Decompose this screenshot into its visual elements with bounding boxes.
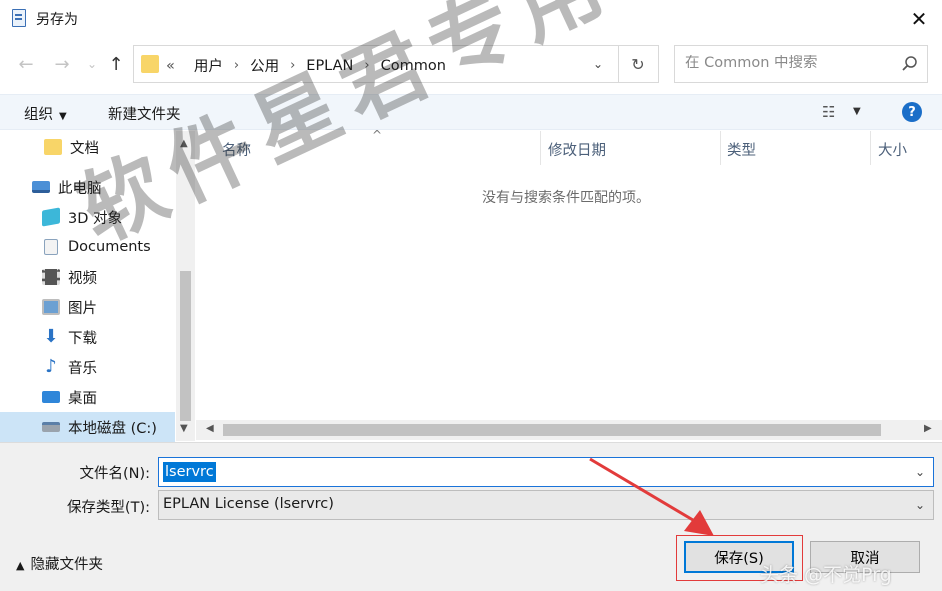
file-list: ^ 名称 修改日期 类型 大小 没有与搜索条件匹配的项。 [196, 128, 942, 441]
video-icon [42, 269, 60, 285]
scroll-right-icon[interactable]: ▶ [924, 423, 932, 434]
sidebar-item-3d-objects[interactable]: 3D 对象 [0, 202, 175, 232]
sidebar-item-documents-folder[interactable]: 文档 [0, 132, 175, 162]
filename-label: 文件名(N): [79, 466, 150, 482]
command-toolbar: 组织 ▼ 新建文件夹 ☷ ▼ ? [0, 94, 942, 130]
sidebar-item-downloads[interactable]: ⬇ 下载 [0, 322, 175, 352]
chevron-down-icon[interactable]: ⌄ [915, 498, 925, 512]
organize-label: 组织 [24, 107, 53, 123]
chevron-down-icon[interactable]: ⌄ [915, 465, 925, 479]
sidebar-item-label: 本地磁盘 (C:) [68, 420, 157, 437]
search-input[interactable] [685, 55, 895, 71]
help-icon[interactable]: ? [902, 102, 922, 122]
pc-icon [32, 181, 50, 193]
new-folder-button[interactable]: 新建文件夹 [108, 103, 181, 124]
filetype-label: 保存类型(T): [66, 500, 150, 516]
search-box[interactable] [674, 45, 928, 83]
filename-field[interactable]: lservrc ⌄ [158, 457, 934, 487]
search-icon[interactable] [901, 55, 919, 73]
filetype-value: EPLAN License (lservrc) [163, 496, 334, 512]
column-header-type[interactable]: 类型 [727, 139, 756, 160]
sidebar-item-label: 文档 [70, 140, 99, 157]
chevron-right-icon[interactable]: › [364, 58, 369, 73]
desktop-icon [42, 391, 60, 403]
scrollbar-thumb[interactable] [223, 424, 881, 436]
refresh-icon[interactable]: ↻ [624, 50, 652, 78]
picture-icon [42, 299, 60, 315]
organize-menu[interactable]: 组织 ▼ [24, 103, 67, 124]
view-options-icon[interactable]: ☷ [822, 103, 835, 121]
save-options-panel: 文件名(N): lservrc ⌄ 保存类型(T): EPLAN License… [0, 442, 942, 591]
chevron-up-icon: ▲ [16, 559, 25, 572]
sidebar-item-local-disk-c[interactable]: 本地磁盘 (C:) [0, 412, 175, 442]
music-icon: ♪ [45, 356, 57, 377]
breadcrumb: « 用户 › 公用 › EPLAN › Common [166, 55, 446, 76]
column-divider[interactable] [540, 131, 541, 165]
breadcrumb-overflow[interactable]: « [166, 58, 175, 74]
download-icon: ⬇ [43, 326, 59, 347]
scroll-down-icon[interactable]: ▼ [180, 423, 188, 434]
sidebar-item-documents[interactable]: Documents [0, 232, 175, 262]
sidebar-item-label: 桌面 [68, 390, 97, 407]
address-bar[interactable]: « 用户 › 公用 › EPLAN › Common ⌄ ↻ [133, 45, 659, 83]
save-button[interactable]: 保存(S) [684, 541, 794, 573]
empty-results-message: 没有与搜索条件匹配的项。 [482, 190, 650, 206]
window-title: 另存为 [36, 12, 78, 28]
sidebar-item-label: 3D 对象 [68, 210, 122, 227]
save-dialog-icon [12, 9, 26, 27]
filetype-select[interactable]: EPLAN License (lservrc) ⌄ [158, 490, 934, 520]
cancel-button[interactable]: 取消 [810, 541, 920, 573]
caret-down-icon[interactable]: ▼ [853, 106, 861, 117]
breadcrumb-item[interactable]: Common [381, 58, 446, 74]
column-header-modified[interactable]: 修改日期 [548, 139, 606, 160]
breadcrumb-item[interactable]: 公用 [250, 55, 279, 76]
divider [618, 46, 619, 82]
folder-icon [44, 139, 62, 155]
scroll-left-icon[interactable]: ◀ [206, 423, 214, 434]
document-icon [44, 239, 58, 255]
3d-objects-icon [42, 207, 60, 227]
sidebar-item-label: 音乐 [68, 360, 97, 377]
sidebar-item-label: Documents [68, 239, 151, 255]
caret-down-icon: ▼ [59, 111, 67, 122]
sidebar-item-music[interactable]: ♪ 音乐 [0, 352, 175, 382]
breadcrumb-item[interactable]: 用户 [194, 55, 223, 76]
sidebar-item-videos[interactable]: 视频 [0, 262, 175, 292]
scroll-up-icon[interactable]: ▲ [180, 138, 188, 149]
up-arrow-icon[interactable]: ↑ [104, 50, 128, 78]
chevron-right-icon[interactable]: › [290, 58, 295, 73]
sidebar-item-label: 此电脑 [58, 180, 102, 197]
sidebar-item-label: 下载 [68, 330, 97, 347]
back-arrow-icon[interactable]: ← [14, 50, 38, 78]
column-header-size[interactable]: 大小 [878, 139, 907, 160]
column-divider[interactable] [870, 131, 871, 165]
column-divider[interactable] [720, 131, 721, 165]
sidebar-item-label: 图片 [68, 300, 97, 317]
chevron-down-icon[interactable]: ⌄ [584, 50, 612, 78]
disk-icon [42, 422, 60, 432]
sidebar-item-pictures[interactable]: 图片 [0, 292, 175, 322]
close-button[interactable]: ✕ [896, 0, 942, 38]
scrollbar-thumb[interactable] [180, 271, 191, 421]
hide-folders-toggle[interactable]: ▲ 隐藏文件夹 [16, 553, 103, 574]
filename-value[interactable]: lservrc [163, 462, 216, 482]
breadcrumb-item[interactable]: EPLAN [306, 58, 353, 74]
sidebar-item-desktop[interactable]: 桌面 [0, 382, 175, 412]
title-bar: 另存为 ✕ [0, 0, 942, 38]
forward-arrow-icon[interactable]: → [50, 50, 74, 78]
hide-folders-label: 隐藏文件夹 [30, 557, 103, 573]
nav-vertical-scrollbar[interactable]: ▲ ▼ [176, 131, 195, 441]
column-header-name[interactable]: 名称 [222, 139, 251, 160]
navigation-pane: 文档 此电脑 3D 对象 Documents 视频 图片 ⬇ 下载 ♪ 音乐 桌… [0, 131, 195, 442]
file-list-horizontal-scrollbar[interactable]: ◀ ▶ [196, 420, 942, 440]
chevron-right-icon[interactable]: › [234, 58, 239, 73]
sort-up-icon: ^ [372, 128, 383, 142]
sidebar-item-label: 视频 [68, 270, 97, 287]
sidebar-item-this-pc[interactable]: 此电脑 [0, 172, 175, 202]
folder-icon [141, 55, 159, 73]
recent-locations-icon[interactable]: ⌄ [80, 50, 104, 78]
